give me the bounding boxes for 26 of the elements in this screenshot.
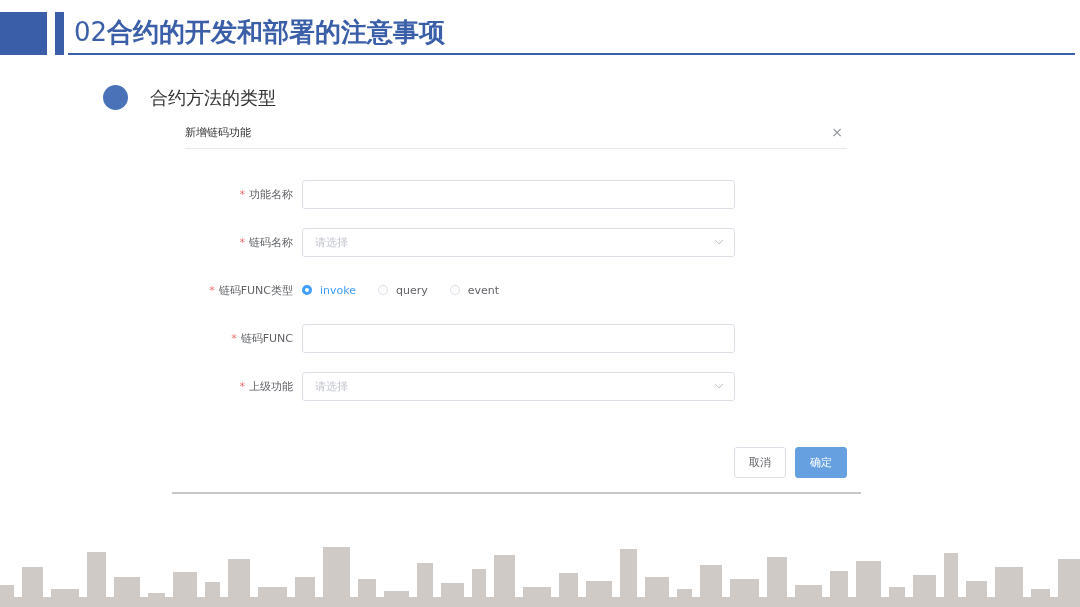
required-mark: * <box>239 235 245 249</box>
input-field[interactable] <box>302 179 735 209</box>
required-mark: * <box>239 187 245 201</box>
required-mark: * <box>209 283 215 297</box>
field-label: 上级功能 <box>249 379 293 393</box>
cancel-button[interactable]: 取消 <box>734 447 786 478</box>
title-block <box>0 12 47 55</box>
chevron-down-icon <box>714 383 724 389</box>
required-mark: * <box>239 379 245 393</box>
title-bar <box>55 12 64 55</box>
required-mark: * <box>231 331 237 345</box>
radio-option[interactable]: invoke <box>302 283 356 297</box>
input-field[interactable] <box>302 323 735 353</box>
slide-title: 02合约的开发和部署的注意事项 <box>73 16 446 49</box>
radio-option[interactable]: event <box>449 283 500 297</box>
chevron-down-icon <box>714 239 724 245</box>
field-label: 链码名称 <box>249 235 293 249</box>
field-label: 功能名称 <box>249 187 293 201</box>
bullet-text: 合约方法的类型 <box>150 85 276 110</box>
close-button[interactable]: × <box>831 124 847 140</box>
field-label: 链码FUNC <box>240 331 293 345</box>
confirm-button[interactable]: 确定 <box>795 447 847 478</box>
bullet-icon <box>103 85 128 110</box>
field-label: 链码FUNC类型 <box>218 283 293 297</box>
radio-option[interactable]: query <box>378 283 428 297</box>
dialog-title: 新增链码功能 <box>185 124 251 140</box>
